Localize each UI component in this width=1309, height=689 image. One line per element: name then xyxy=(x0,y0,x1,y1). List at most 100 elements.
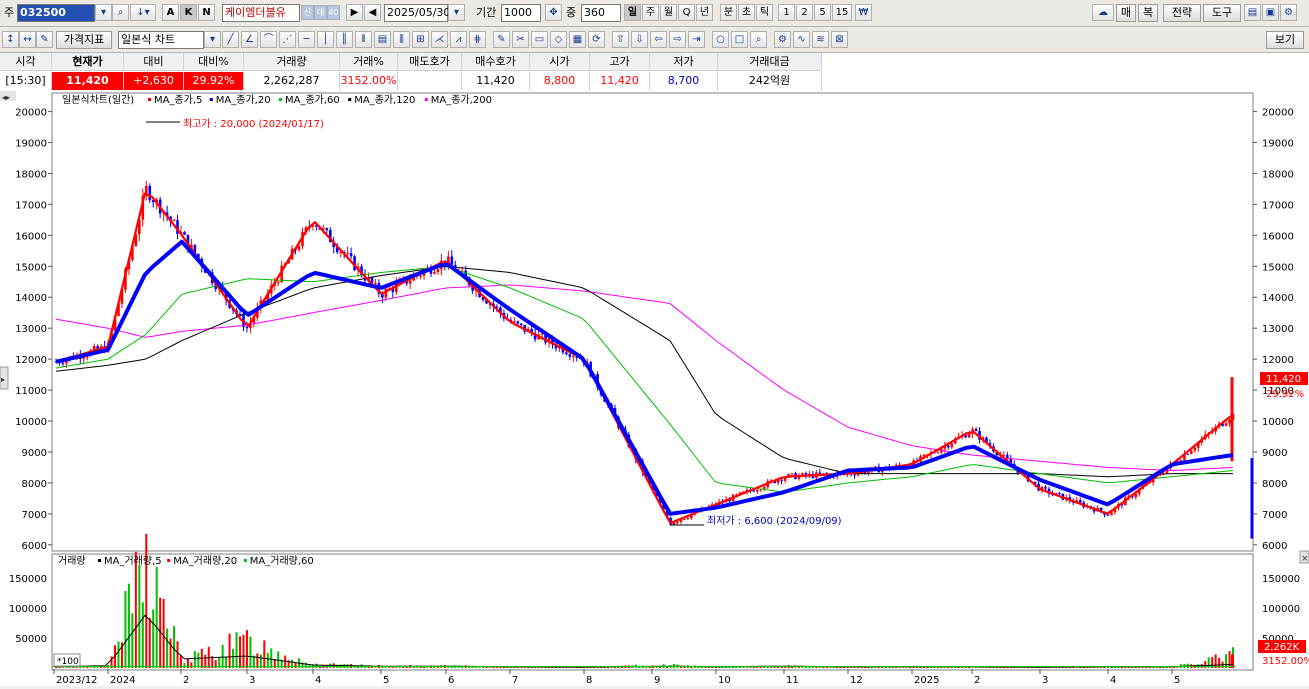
sort-order-icon[interactable]: ↓▾ xyxy=(130,4,156,21)
crossbox-icon[interactable]: ⊠ xyxy=(831,31,848,48)
vol-legend-label: MA_거래량,5 xyxy=(104,555,162,567)
down-icon[interactable]: ⇩ xyxy=(631,31,648,48)
interval-second[interactable]: 초 xyxy=(738,4,755,21)
scissors-icon[interactable]: ✂ xyxy=(512,31,529,48)
vertical-resize-icon[interactable]: ↕ xyxy=(2,31,19,48)
price-legend-title: 일본식차트(일간) xyxy=(62,94,134,106)
channel-icon[interactable]: ⋕ xyxy=(469,31,486,48)
copy-button[interactable]: 복 xyxy=(1138,4,1158,22)
tick-count-icon[interactable]: ₩ xyxy=(855,4,872,21)
interval-day[interactable]: 일 xyxy=(624,4,641,21)
quote-trade-amount: 242억원 xyxy=(718,72,822,90)
settings-icon[interactable]: ⚙ xyxy=(1280,4,1297,21)
grid-icon[interactable]: ▤ xyxy=(374,31,391,48)
close-icon[interactable]: × xyxy=(1301,554,1309,564)
trendline-icon[interactable]: ╱ xyxy=(222,31,239,48)
cloud-icon[interactable]: ☁ xyxy=(1092,4,1114,21)
y-tick-label: 8000 xyxy=(22,479,47,490)
vertical-line-icon[interactable]: │ xyxy=(317,31,334,48)
table-icon[interactable]: ▦ xyxy=(569,31,586,48)
quote-header-bid: 매수호가 xyxy=(462,53,530,71)
stock-name-field[interactable]: 케이엠더블유 xyxy=(222,4,300,22)
interval-quarter[interactable]: Q xyxy=(678,4,695,21)
goto-icon[interactable]: ⇥ xyxy=(688,31,705,48)
pencil-icon[interactable]: ✎ xyxy=(493,31,510,48)
save-icon[interactable]: ▣ xyxy=(1262,4,1279,21)
buy-button[interactable]: 매 xyxy=(1116,4,1136,22)
mid-input[interactable]: 360 xyxy=(581,4,621,22)
drawing-toolbar: ↕ ↔ ✎ 가격지표 일본식 차트 ▾ ╱∠⌒⋰─│║⦀▤⫼⊞⋌⩘⋕✎✂▭◇▦⟳… xyxy=(0,27,1309,53)
interval-tick[interactable]: 틱 xyxy=(756,4,773,21)
next-arrow-icon[interactable]: ▶ xyxy=(346,4,363,21)
interval-year[interactable]: 년 xyxy=(696,4,713,21)
wave2-icon[interactable]: ≋ xyxy=(812,31,829,48)
search-icon[interactable]: ⌕ xyxy=(112,4,129,21)
move-icon[interactable]: ✥ xyxy=(545,4,562,21)
chart-type-select[interactable]: 일본식 차트 xyxy=(118,31,204,49)
chart-type-dropdown-icon[interactable]: ▾ xyxy=(204,31,221,48)
interval-1[interactable]: 1 xyxy=(778,4,795,21)
interval-week[interactable]: 주 xyxy=(642,4,659,21)
tools-button[interactable]: 도구 xyxy=(1203,4,1241,22)
right-arrow-icon[interactable]: ▸ xyxy=(1,375,5,384)
rotate-icon[interactable]: ⟳ xyxy=(588,31,605,48)
date-input[interactable]: 2025/05/30 xyxy=(384,4,448,22)
horizontal-line-icon[interactable]: ─ xyxy=(298,31,315,48)
volume-bar xyxy=(541,667,543,668)
wave-alt-icon[interactable]: ∿ xyxy=(793,31,810,48)
stock-code-input[interactable]: 032500 xyxy=(17,4,95,22)
diamond-icon[interactable]: ◇ xyxy=(550,31,567,48)
volume-bar xyxy=(315,664,317,668)
parallel-icon[interactable]: ║ xyxy=(336,31,353,48)
abk-button-a[interactable]: A xyxy=(162,4,179,21)
vol-tick-label: 100000 xyxy=(9,604,47,615)
x-tick-label: 2025 xyxy=(914,675,939,686)
candle-body xyxy=(947,446,950,448)
gann-icon[interactable]: ⋌ xyxy=(431,31,448,48)
square-icon[interactable]: □ xyxy=(731,31,748,48)
angle-icon[interactable]: ∠ xyxy=(241,31,258,48)
interval-2[interactable]: 2 xyxy=(796,4,813,21)
fibonacci-icon[interactable]: ⫼ xyxy=(393,31,410,48)
interval-month[interactable]: 월 xyxy=(660,4,677,21)
cycle-icon[interactable]: ⦀ xyxy=(355,31,372,48)
vol-legend-label: MA_거래량,60 xyxy=(250,555,314,567)
strategy-button[interactable]: 전략 xyxy=(1163,4,1201,22)
date-dropdown-icon[interactable]: ▾ xyxy=(448,4,465,21)
up-icon[interactable]: ⇧ xyxy=(612,31,629,48)
right-icon[interactable]: ⇨ xyxy=(669,31,686,48)
wave-icon[interactable]: ⩘ xyxy=(450,31,467,48)
period-input[interactable]: 1000 xyxy=(501,4,541,22)
interval-15[interactable]: 15 xyxy=(832,4,852,21)
x-tick-label: 9 xyxy=(654,675,660,686)
fan-icon[interactable]: ⋰ xyxy=(279,31,296,48)
arc-icon[interactable]: ⌒ xyxy=(260,31,277,48)
quote-strip: 시각 현재가 대비 대비% 거래량 거래% 매도호가 매수호가 시가 고가 저가… xyxy=(0,53,1309,92)
left-icon[interactable]: ⇦ xyxy=(650,31,667,48)
open-folder-icon[interactable]: ▤ xyxy=(1244,4,1261,21)
config-icon[interactable]: ⚙ xyxy=(774,31,791,48)
x-tick-label: 2024 xyxy=(110,675,135,686)
panel-arrows-icon[interactable]: ◂▸ xyxy=(2,93,10,102)
horizontal-resize-icon[interactable]: ↔ xyxy=(19,31,36,48)
volume-bar xyxy=(163,599,165,668)
prev-arrow-icon[interactable]: ◀ xyxy=(364,4,381,21)
price-volume-chart[interactable]: ◂▸ ▸ × 600060007000700080008000900090001… xyxy=(0,91,1309,686)
interval-minute[interactable]: 분 xyxy=(720,4,737,21)
candle-body xyxy=(683,519,686,520)
code-dropdown-icon[interactable]: ▾ xyxy=(95,4,112,21)
rectangle-icon[interactable]: ▭ xyxy=(531,31,548,48)
interval-5[interactable]: 5 xyxy=(814,4,831,21)
abk-button-n[interactable]: N xyxy=(198,4,215,21)
volume-bar xyxy=(65,667,67,668)
volume-bar xyxy=(170,638,172,668)
zoom-icon[interactable]: ⌕ xyxy=(750,31,767,48)
edit-icon[interactable]: ✎ xyxy=(36,31,53,48)
volume-bar xyxy=(263,640,265,668)
box-icon[interactable]: ⊞ xyxy=(412,31,429,48)
price-indicator-button[interactable]: 가격지표 xyxy=(56,31,112,49)
chart-area[interactable]: ◂▸ ▸ × 600060007000700080008000900090001… xyxy=(0,91,1309,686)
abk-button-k[interactable]: K xyxy=(180,4,197,21)
view-button[interactable]: 보기 xyxy=(1266,31,1304,49)
circle-icon[interactable]: ○ xyxy=(712,31,729,48)
